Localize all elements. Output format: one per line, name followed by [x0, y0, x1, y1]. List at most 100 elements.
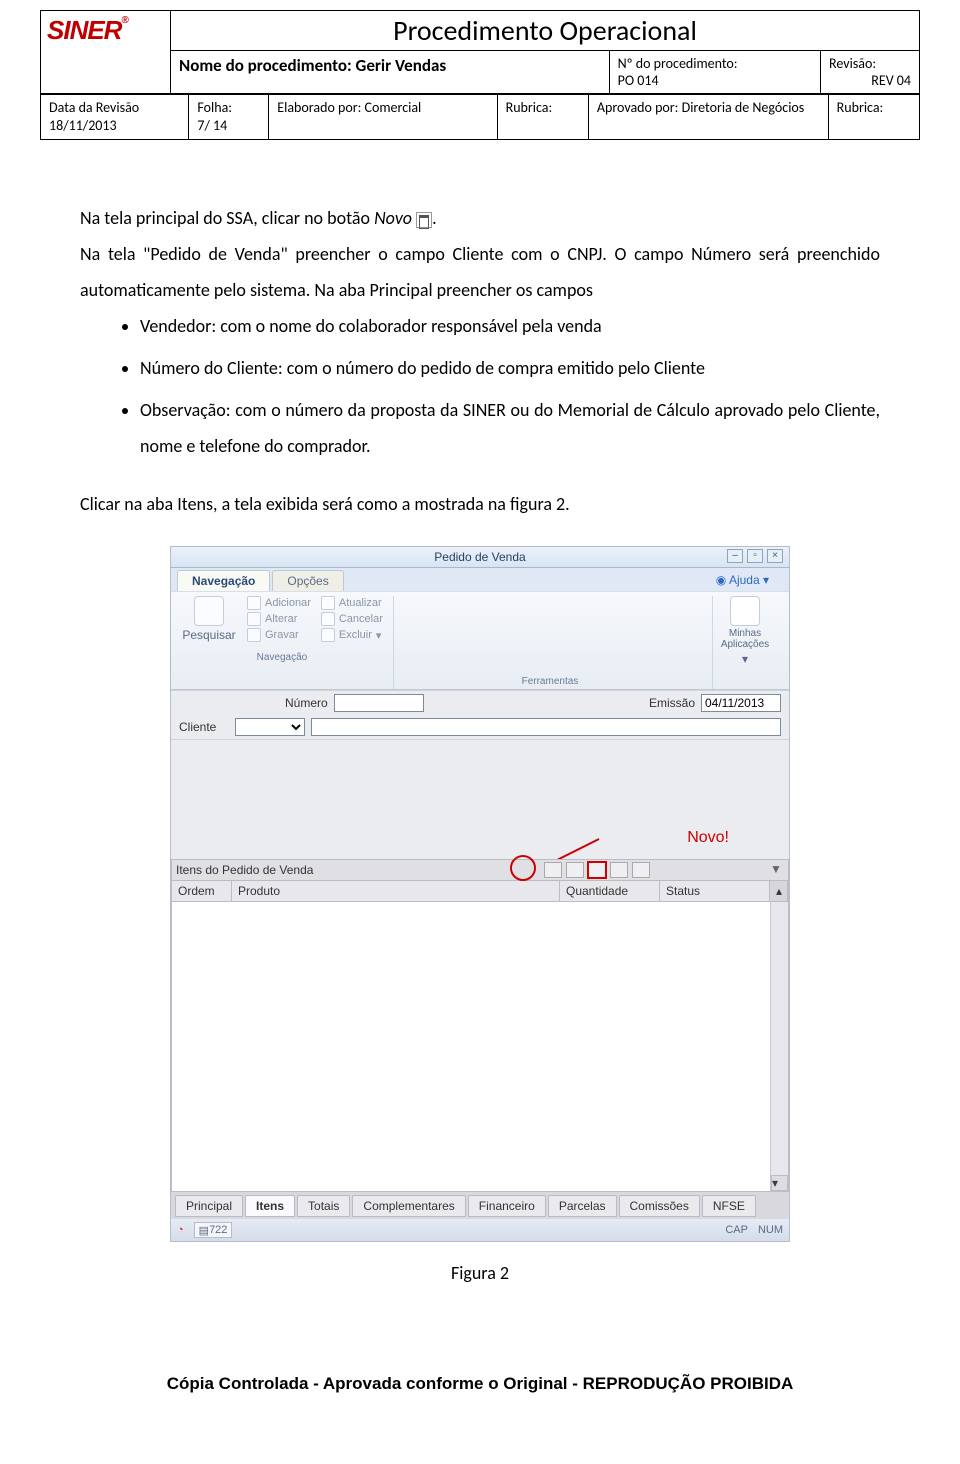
bullet-list: Vendedor: com o nome do colaborador resp… — [140, 308, 880, 464]
tab-comissoes[interactable]: Comissões — [619, 1195, 700, 1217]
cancelar-button[interactable]: Cancelar — [321, 612, 383, 626]
numproc-label: Nº do procedimento: — [618, 55, 812, 72]
folha-label: Folha: — [197, 99, 260, 117]
status-icon: ◔ — [177, 1224, 184, 1236]
save-icon — [247, 628, 261, 642]
header-top: SINER® Procedimento Operacional Nome do … — [40, 10, 920, 94]
rubrica2-label: Rubrica: — [828, 95, 919, 140]
scroll-down-button[interactable]: ▾ — [771, 1175, 788, 1191]
ribbon-tabs: Navegação Opções ◉ Ajuda ▾ — [171, 568, 789, 591]
statusbar: ◔ ▤ 722 CAP NUM — [171, 1219, 789, 1241]
tab-navegacao[interactable]: Navegação — [177, 570, 270, 591]
group-ferramentas-label: Ferramentas — [398, 674, 702, 689]
novo-circle-annotation — [510, 855, 536, 881]
toolbar-btn-4[interactable] — [610, 862, 628, 878]
tab-nfse[interactable]: NFSE — [702, 1195, 756, 1217]
num-indicator: NUM — [758, 1224, 783, 1236]
emissao-input[interactable] — [701, 694, 781, 712]
p1c: . — [432, 207, 437, 229]
tab-opcoes[interactable]: Opções — [272, 570, 343, 591]
vertical-scrollbar[interactable]: ▾ — [770, 902, 788, 1191]
grid-body[interactable]: ▾ — [171, 902, 789, 1192]
apps-label: Minhas Aplicações — [717, 628, 773, 650]
bottom-tabs: Principal Itens Totais Complementares Fi… — [171, 1192, 789, 1219]
folha-value: 7/ 14 — [197, 117, 260, 135]
rev-label: Revisão: — [829, 55, 911, 72]
caps-indicator: CAP — [725, 1224, 748, 1236]
tab-ajuda[interactable]: ◉ Ajuda ▾ — [702, 570, 783, 591]
minhas-aplicacoes-button[interactable]: Minhas Aplicações ▾ — [717, 596, 773, 666]
restore-button[interactable]: ▫ — [747, 549, 763, 563]
add-icon — [247, 596, 261, 610]
tab-totais[interactable]: Totais — [297, 1195, 350, 1217]
toolbar-btn-5[interactable] — [632, 862, 650, 878]
col-quantidade[interactable]: Quantidade — [560, 881, 660, 902]
cliente-input[interactable] — [311, 718, 781, 736]
proc-name: Nome do procedimento: Gerir Vendas — [171, 51, 610, 94]
tab-itens[interactable]: Itens — [245, 1195, 295, 1217]
p1a: Na tela principal do SSA, clicar no botã… — [80, 207, 374, 229]
excluir-label: Excluir — [339, 629, 372, 641]
record-count-value: 722 — [209, 1224, 227, 1236]
close-button[interactable]: × — [767, 549, 783, 563]
toolbar-btn-1[interactable] — [544, 862, 562, 878]
items-bar-label: Itens do Pedido de Venda — [176, 863, 313, 877]
numero-label: Número — [285, 696, 328, 710]
cliente-label: Cliente — [179, 720, 229, 734]
record-count: ▤ 722 — [194, 1222, 233, 1238]
alterar-button[interactable]: Alterar — [247, 612, 311, 626]
tab-parcelas[interactable]: Parcelas — [548, 1195, 617, 1217]
adicionar-button[interactable]: Adicionar — [247, 596, 311, 610]
header-bottom: Data da Revisão 18/11/2013 Folha: 7/ 14 … — [40, 94, 920, 140]
list-item: Observação: com o número da proposta da … — [140, 392, 880, 464]
doc-title: Procedimento Operacional — [171, 11, 920, 51]
elab-label: Elaborado por: Comercial — [269, 95, 497, 140]
pesquisar-label: Pesquisar — [182, 628, 235, 642]
p1-novo-italic: Novo — [374, 207, 412, 229]
logo-text: SINER — [47, 15, 121, 45]
cliente-select[interactable] — [235, 718, 305, 736]
col-ordem[interactable]: Ordem — [172, 881, 232, 902]
excluir-button[interactable]: Excluir ▾ — [321, 628, 383, 642]
items-toolbar: Itens do Pedido de Venda ▼ — [171, 859, 789, 881]
group-navegacao-label: Navegação — [181, 650, 383, 665]
filter-icon[interactable]: ▼ — [768, 862, 784, 878]
cancel-icon — [321, 612, 335, 626]
atualizar-label: Atualizar — [339, 597, 382, 609]
delete-icon — [321, 628, 335, 642]
paragraph-2: Na tela "Pedido de Venda" preencher o ca… — [80, 236, 880, 308]
atualizar-button[interactable]: Atualizar — [321, 596, 383, 610]
toolbar-btn-2[interactable] — [566, 862, 584, 878]
tab-principal[interactable]: Principal — [175, 1195, 243, 1217]
list-item: Vendedor: com o nome do colaborador resp… — [140, 308, 880, 344]
emissao-label: Emissão — [649, 696, 695, 710]
minimize-button[interactable]: – — [727, 549, 743, 563]
adicionar-label: Adicionar — [265, 597, 311, 609]
date-label: Data da Revisão — [49, 99, 180, 117]
pesquisar-button[interactable]: Pesquisar — [181, 596, 237, 642]
numproc-value: PO 014 — [618, 72, 659, 89]
tab-complementares[interactable]: Complementares — [352, 1195, 465, 1217]
paragraph-1: Na tela principal do SSA, clicar no botã… — [80, 200, 880, 236]
footer-text: Cópia Controlada - Aprovada conforme o O… — [40, 1374, 920, 1394]
alterar-label: Alterar — [265, 613, 297, 625]
cancelar-label: Cancelar — [339, 613, 383, 625]
rev-value: REV 04 — [871, 72, 911, 89]
list-item: Número do Cliente: com o número do pedid… — [140, 350, 880, 386]
numero-input[interactable] — [334, 694, 424, 712]
refresh-icon — [321, 596, 335, 610]
paragraph-3: Clicar na aba Itens, a tela exibida será… — [80, 486, 880, 522]
tab-financeiro[interactable]: Financeiro — [468, 1195, 546, 1217]
date-value: 18/11/2013 — [49, 117, 180, 135]
window-titlebar: Pedido de Venda – ▫ × — [171, 547, 789, 568]
app-window: Pedido de Venda – ▫ × Navegação Opções ◉… — [170, 546, 790, 1242]
ribbon: Pesquisar Adicionar Alterar Gravar Atual… — [171, 591, 789, 690]
apps-icon — [730, 596, 760, 626]
rubrica1-label: Rubrica: — [497, 95, 588, 140]
col-produto[interactable]: Produto — [232, 881, 560, 902]
novo-item-button[interactable] — [588, 862, 606, 878]
scroll-up-button[interactable]: ▴ — [770, 881, 788, 902]
window-title: Pedido de Venda — [434, 550, 525, 564]
gravar-button[interactable]: Gravar — [247, 628, 311, 642]
col-status[interactable]: Status — [660, 881, 770, 902]
